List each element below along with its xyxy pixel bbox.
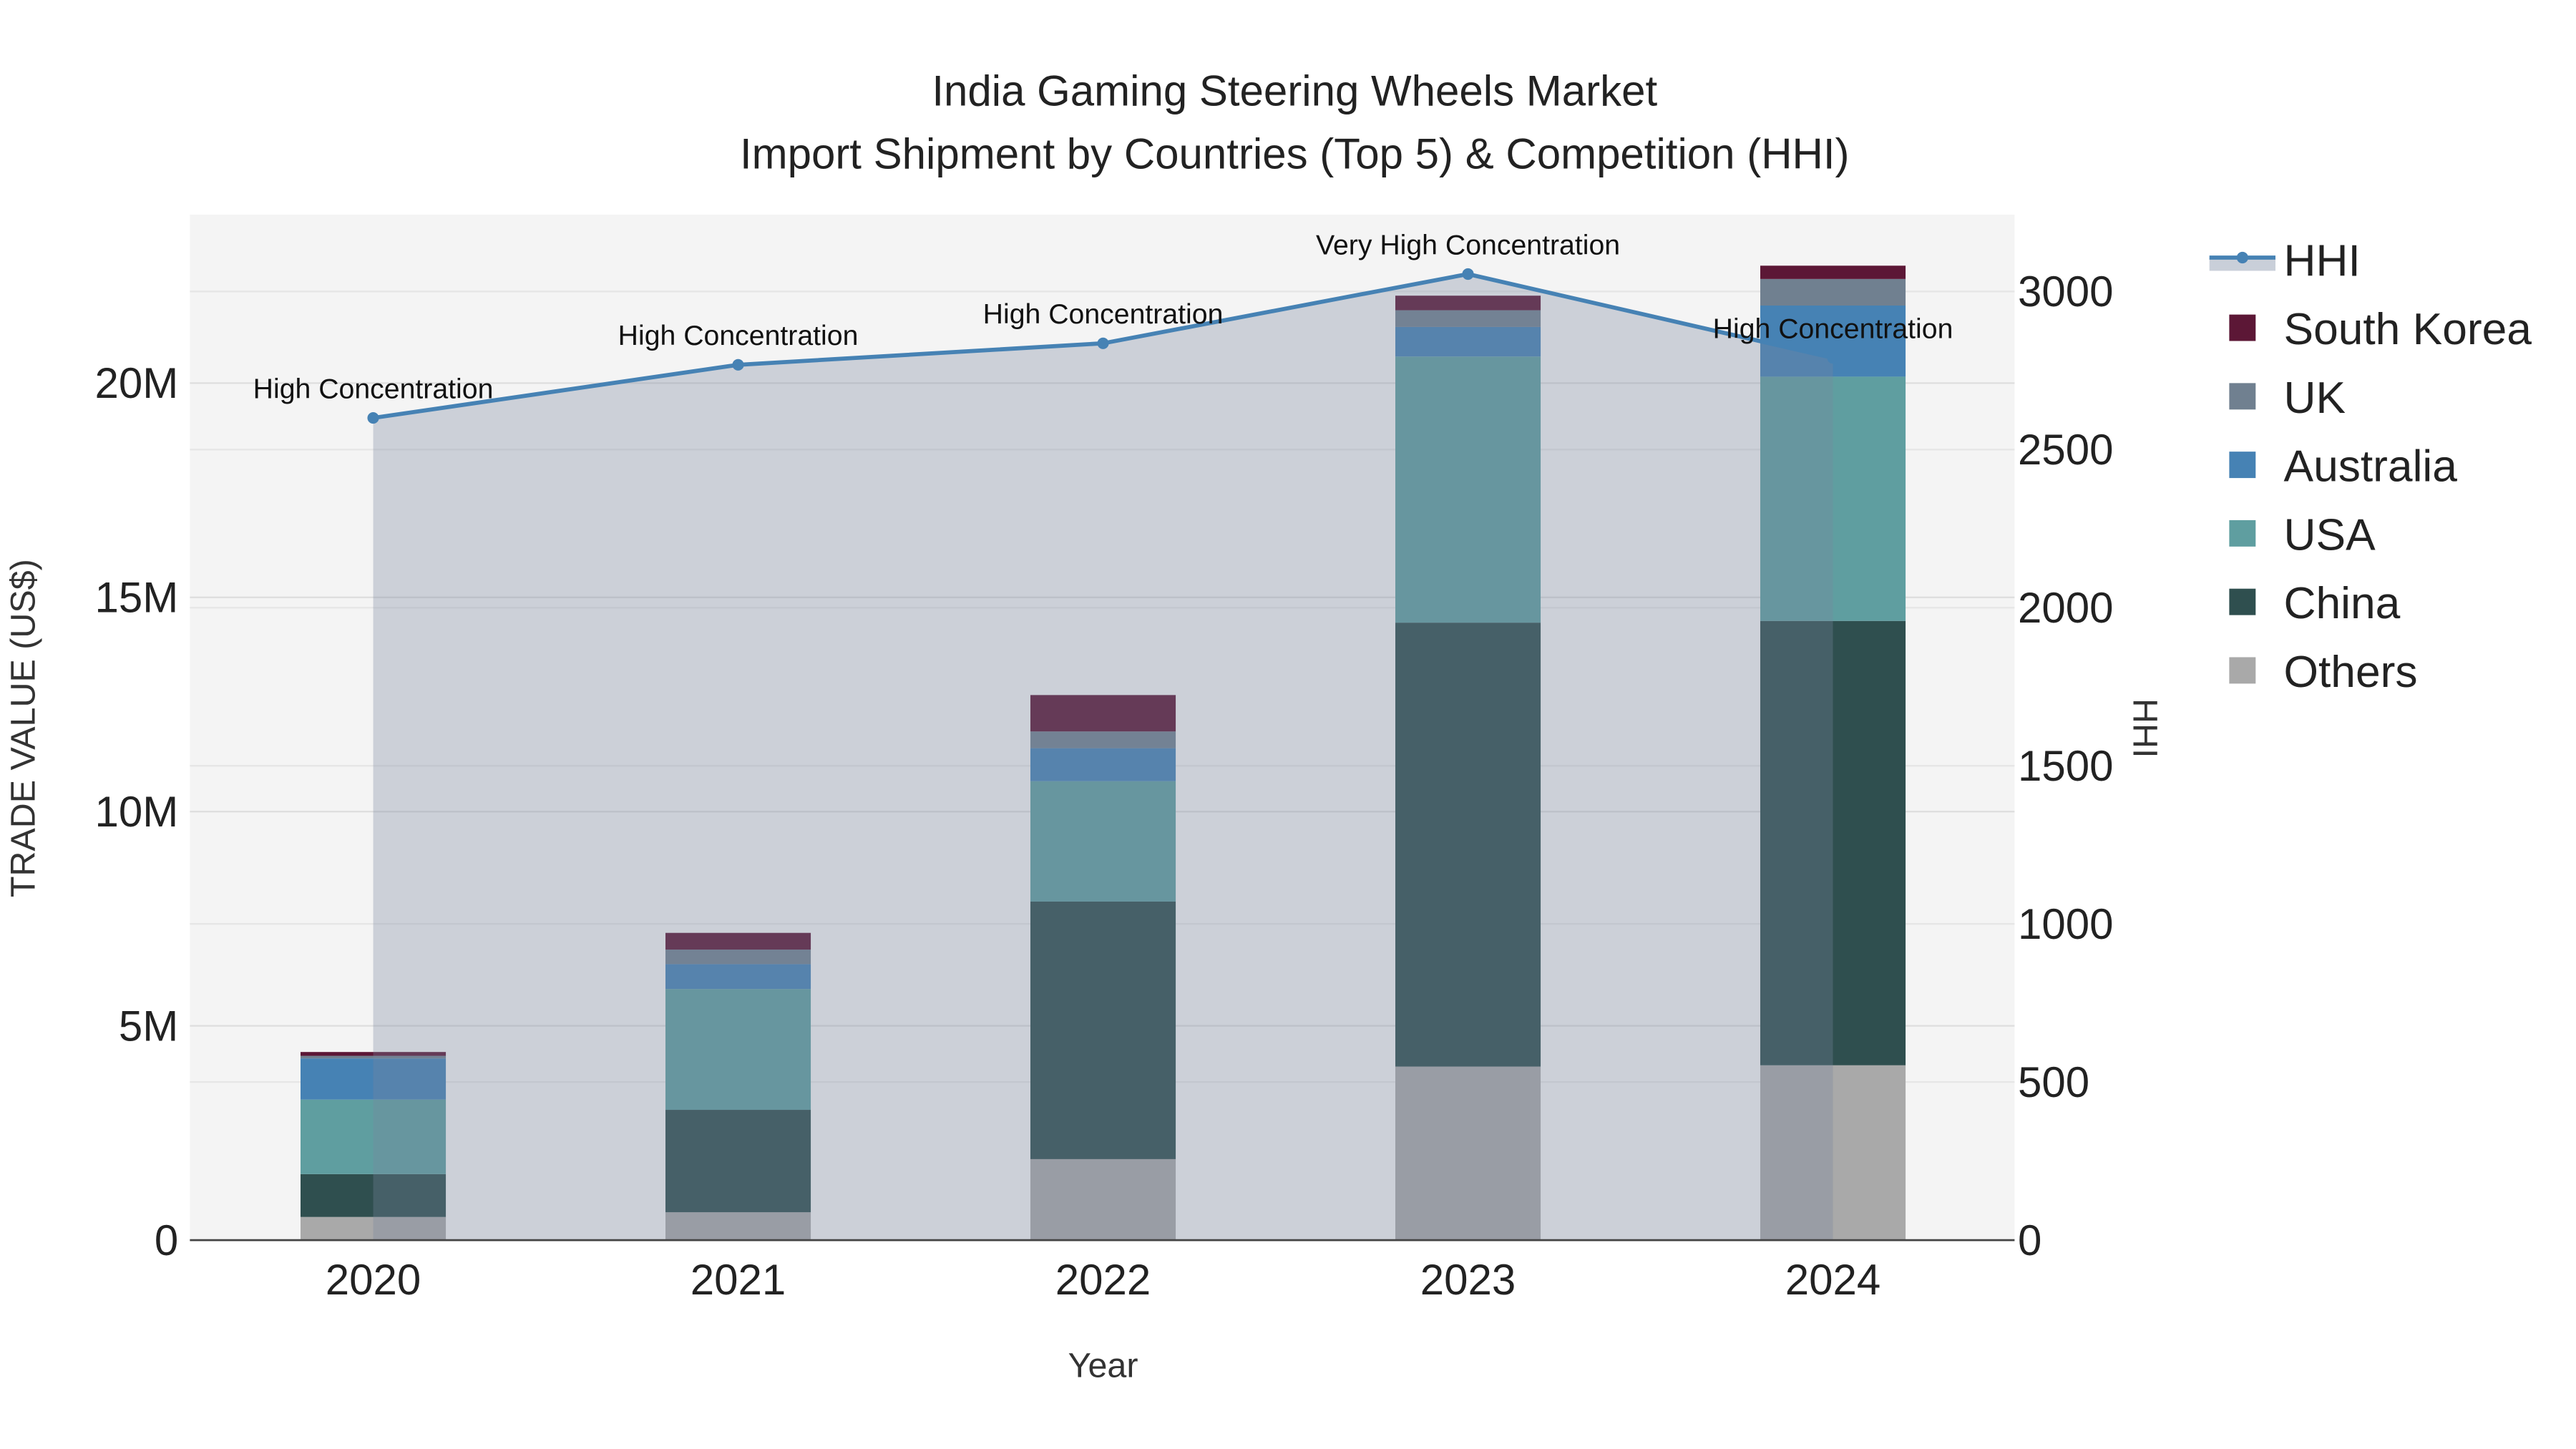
- legend-hhi-marker: [2236, 251, 2248, 264]
- x-tick-label: 2023: [1420, 1256, 1516, 1304]
- y-axis-title: TRADE VALUE (US$): [4, 559, 42, 897]
- chart: India Gaming Steering Wheels Market Impo…: [4, 67, 2532, 1385]
- hhi-annotation: High Concentration: [253, 373, 494, 404]
- bar-south-korea: [1760, 265, 1906, 279]
- x-tick-label: 2024: [1785, 1256, 1880, 1304]
- x-tick-label: 2022: [1055, 1256, 1151, 1304]
- y2-tick-label: 2500: [2018, 426, 2113, 474]
- hhi-point: [1097, 337, 1109, 349]
- hhi-annotation: High Concentration: [1713, 313, 1953, 344]
- x-axis-title: Year: [1068, 1347, 1138, 1385]
- y-tick-label: 5M: [119, 1002, 178, 1050]
- legend-swatch-others: [2229, 657, 2256, 684]
- hhi-point: [732, 358, 744, 371]
- x-tick-label: 2020: [326, 1256, 421, 1304]
- hhi-point: [367, 412, 379, 424]
- legend-swatch-uk: [2229, 383, 2256, 410]
- y2-tick-label: 0: [2018, 1216, 2041, 1264]
- hhi-annotation: Very High Concentration: [1316, 229, 1620, 260]
- legend-label: UK: [2284, 374, 2346, 423]
- y2-axis-title: HHI: [2126, 698, 2165, 758]
- legend-swatch-australia: [2229, 452, 2256, 479]
- hhi-area: [373, 274, 1833, 1241]
- hhi-annotation: High Concentration: [983, 298, 1224, 330]
- bar-uk: [1760, 278, 1906, 306]
- y-tick-label: 20M: [95, 359, 179, 407]
- y-tick-label: 15M: [95, 574, 179, 622]
- legend-label: China: [2284, 579, 2401, 628]
- legend-label: Others: [2284, 648, 2418, 697]
- chart-title: India Gaming Steering Wheels Market: [932, 67, 1657, 115]
- legend-swatch-south-korea: [2229, 314, 2256, 341]
- y2-tick-label: 2000: [2018, 584, 2113, 632]
- y2-tick-label: 1500: [2018, 742, 2113, 790]
- y-tick-label: 10M: [95, 788, 179, 836]
- hhi-point: [1462, 268, 1474, 280]
- legend: HHI South Korea UK Australia USA China Others: [2209, 236, 2532, 697]
- y2-tick-label: 3000: [2018, 268, 2113, 316]
- hhi-point: [1827, 352, 1839, 364]
- x-tick-label: 2021: [691, 1256, 786, 1304]
- legend-label: Australia: [2284, 442, 2458, 492]
- legend-swatch-usa: [2229, 519, 2256, 547]
- chart-subtitle: Import Shipment by Countries (Top 5) & C…: [740, 130, 1850, 177]
- legend-label: HHI: [2284, 236, 2361, 286]
- y2-tick-label: 1000: [2018, 900, 2113, 948]
- legend-label: USA: [2284, 510, 2376, 560]
- hhi-annotation: High Concentration: [618, 320, 859, 351]
- y-tick-label: 0: [155, 1216, 178, 1264]
- legend-swatch-china: [2229, 588, 2256, 615]
- y2-tick-label: 500: [2018, 1058, 2089, 1106]
- legend-label: South Korea: [2284, 305, 2532, 354]
